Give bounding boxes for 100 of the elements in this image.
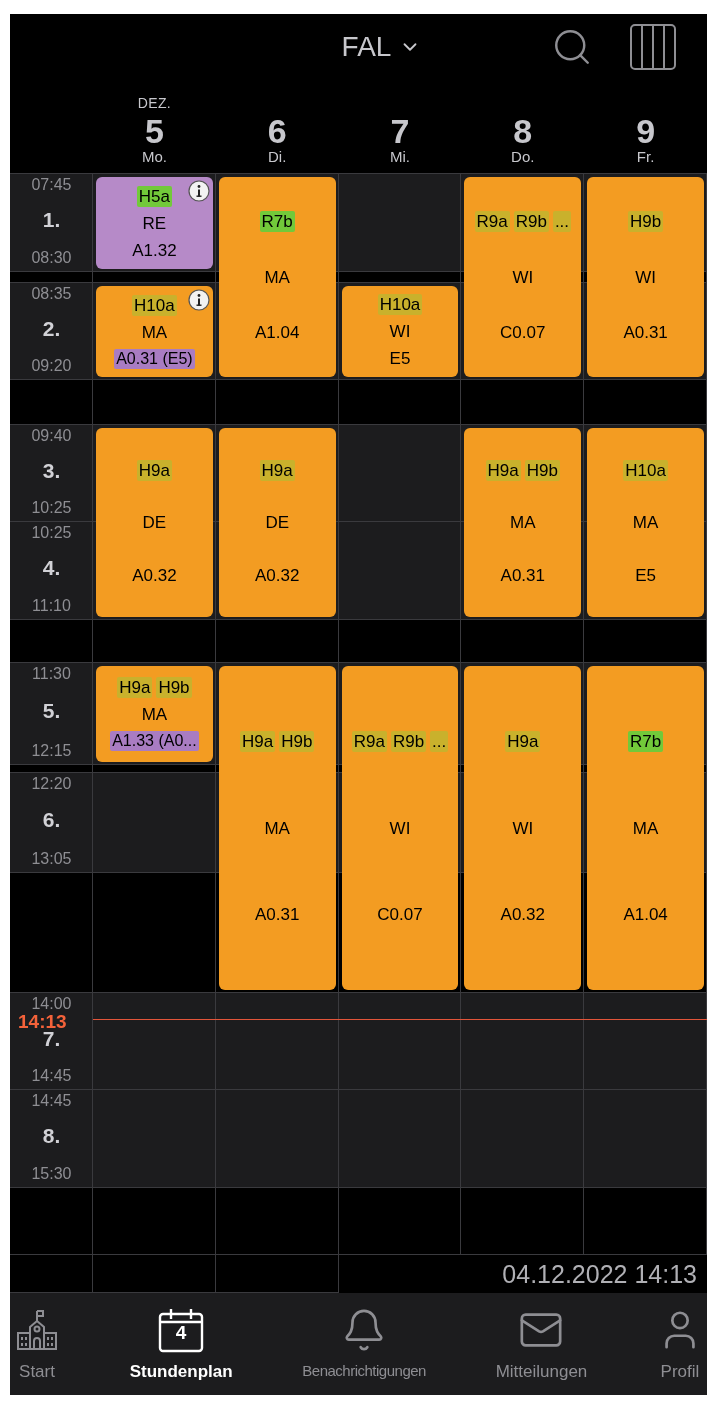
- room-label: A0.31 (E5): [114, 348, 195, 369]
- class-tag: H9a: [117, 677, 153, 698]
- subject-label: WI: [512, 266, 534, 288]
- start-time: 11:30: [32, 665, 71, 683]
- class-tag: H9a: [136, 459, 172, 481]
- class-tag: ...: [552, 211, 572, 233]
- weekday-label: Mo.: [141, 148, 167, 167]
- school-icon: [14, 1307, 60, 1353]
- weekday-label: Di.: [268, 148, 287, 167]
- lesson-card[interactable]: R7b MA A1.04: [218, 177, 336, 377]
- room-label: A0.32: [131, 564, 178, 586]
- subject-label: MA: [632, 817, 659, 839]
- subject-label: MA: [510, 512, 536, 533]
- class-tag: H10a: [377, 294, 423, 315]
- class-tag: H10a: [623, 459, 668, 481]
- day-number: 6: [267, 114, 287, 149]
- end-time: 15:30: [31, 1164, 72, 1184]
- class-tag: R7b: [259, 211, 295, 233]
- subject-label: RE: [142, 212, 167, 234]
- room-label: E5: [634, 564, 657, 586]
- day-number: 9: [636, 114, 656, 149]
- start-time: 07:45: [31, 176, 72, 194]
- subject-label: WI: [389, 817, 411, 839]
- start-time: 09:40: [31, 427, 72, 445]
- subject-label: DE: [142, 512, 167, 533]
- weekday-label: Fr.: [636, 148, 655, 167]
- lesson-card[interactable]: H5a RE A1.32: [96, 177, 213, 269]
- columns-icon[interactable]: [629, 23, 677, 71]
- title-dropdown[interactable]: FAL: [341, 26, 422, 68]
- room-label: E5: [388, 348, 412, 369]
- day-number: 7: [390, 114, 410, 149]
- subject-label: DE: [265, 512, 289, 533]
- period-number: 4.: [42, 555, 61, 582]
- lesson-card[interactable]: H9a DE A0.32: [96, 428, 213, 617]
- weekday-label: Do.: [511, 148, 535, 167]
- subject-label: WI: [635, 266, 656, 288]
- nav-tab[interactable]: Profil: [657, 1307, 703, 1380]
- end-time: 10:25: [31, 498, 72, 518]
- lesson-card[interactable]: H10a WI E5: [341, 286, 459, 377]
- info-icon[interactable]: [187, 289, 210, 311]
- class-tag: H10a: [132, 294, 177, 316]
- start-time: 14:00: [31, 995, 72, 1013]
- room-label: C0.07: [499, 321, 547, 343]
- end-time: 12:15: [31, 741, 72, 761]
- lesson-card[interactable]: R9a R9b ... WI C0.07: [464, 177, 582, 377]
- lesson-card[interactable]: H9a WI A0.32: [464, 666, 582, 990]
- start-time: 10:25: [31, 524, 72, 542]
- period-number: 3.: [42, 457, 61, 484]
- month-label: DEZ.: [137, 94, 172, 114]
- class-tag: H9b: [628, 211, 664, 233]
- end-time: 14:45: [31, 1066, 72, 1086]
- nav-tab[interactable]: Mitteilungen: [495, 1307, 588, 1380]
- room-label: A1.04: [622, 903, 669, 925]
- lesson-card[interactable]: R7b MA A1.04: [587, 666, 704, 990]
- end-time: 13:05: [31, 849, 72, 869]
- start-time: 08:35: [31, 285, 72, 303]
- nav-tab[interactable]: Start: [14, 1307, 60, 1380]
- end-time: 11:10: [32, 596, 71, 616]
- room-label: A1.33 (A0...: [110, 731, 199, 751]
- info-icon[interactable]: [187, 180, 210, 202]
- nav-tab[interactable]: Benachrichtigungen: [302, 1307, 426, 1378]
- room-label: A0.31: [499, 564, 546, 586]
- class-tag: H9b: [156, 677, 192, 698]
- start-time: 12:20: [31, 775, 72, 793]
- lesson-card[interactable]: H9a H9b MA A1.33 (A0...: [96, 666, 213, 762]
- current-time: 14:13: [18, 1012, 67, 1031]
- end-time: 09:20: [31, 356, 72, 376]
- room-label: A0.31: [253, 903, 301, 925]
- room-label: A0.32: [253, 564, 301, 586]
- class-tag: H5a: [136, 185, 172, 207]
- room-label: A1.04: [253, 321, 301, 343]
- period-number: 2.: [42, 315, 61, 342]
- period-number: 1.: [42, 207, 61, 234]
- lesson-card[interactable]: H9b WI A0.31: [587, 177, 704, 377]
- room-label: A0.31: [622, 321, 669, 343]
- lesson-card[interactable]: H9a H9b MA A0.31: [218, 666, 336, 990]
- lesson-card[interactable]: H10a MA E5: [587, 428, 704, 617]
- class-tag: H9a: [259, 459, 295, 481]
- period-number: 6.: [42, 807, 61, 834]
- class-tag: R9b: [390, 731, 427, 753]
- lesson-card[interactable]: H9a DE A0.32: [218, 428, 336, 617]
- class-tag: H9a: [240, 731, 276, 753]
- class-tag: ...: [430, 731, 449, 753]
- subject-label: MA: [141, 704, 168, 725]
- subject-label: MA: [141, 321, 168, 343]
- class-tag: R9a: [474, 211, 510, 233]
- lesson-card[interactable]: R9a R9b ... WI C0.07: [341, 666, 459, 990]
- subject-label: WI: [512, 817, 534, 839]
- lesson-card[interactable]: H10a MA A0.31 (E5): [96, 286, 213, 377]
- timestamp: 04.12.2022 14:13: [502, 1261, 698, 1287]
- room-label: C0.07: [376, 903, 424, 925]
- class-tag: H9a: [485, 459, 521, 481]
- subject-label: MA: [264, 266, 290, 288]
- end-time: 08:30: [31, 248, 72, 268]
- lesson-card[interactable]: H9a H9b MA A0.31: [464, 428, 582, 617]
- nav-tab[interactable]: 4 Stundenplan: [129, 1307, 233, 1380]
- class-tag: R7b: [628, 731, 664, 753]
- class-tag: R9b: [513, 211, 549, 233]
- period-number: 5.: [42, 698, 61, 725]
- day-number: 8: [513, 114, 533, 149]
